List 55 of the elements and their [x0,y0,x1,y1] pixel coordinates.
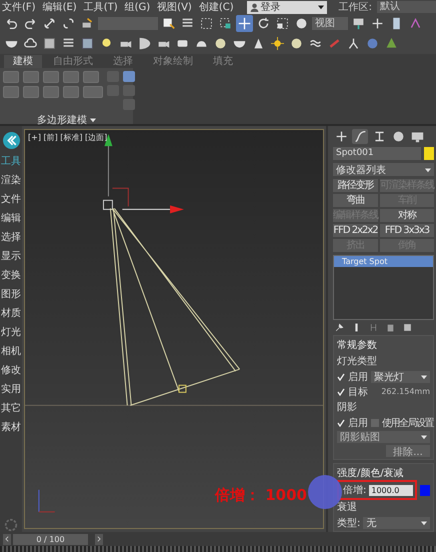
sidebar-item[interactable]: 材质 [1,306,21,320]
menu-item[interactable]: 创建(C) [198,0,234,14]
annotation-text: 倍增： 1000 [215,486,307,505]
multiplier-label: 倍增: [343,484,366,497]
sidebar-item[interactable]: 编辑 [1,211,21,225]
menu-item[interactable]: 视图(V) [157,0,192,14]
modifier-button[interactable]: FFD 3x3x3 [380,224,434,237]
shadow-type-dropdown[interactable]: 阴影贴图 [337,431,430,443]
sidebar-item[interactable]: 素材 [1,420,21,434]
sidebar-item[interactable]: 变换 [1,268,21,282]
sidebar-item[interactable]: 工具 [1,154,21,168]
menu-item[interactable]: 文件(F) [2,0,36,14]
checkbox-label: 使用全局设置 [382,416,433,430]
light-type-dropdown[interactable]: 聚光灯 [371,370,430,382]
menu-item[interactable]: 组(G) [124,0,150,14]
modifier-button[interactable]: 路径变形 [333,179,378,192]
checkbox-label: 启用 [348,370,368,384]
login-dropdown[interactable]: 登录 [246,0,327,14]
modifier-button[interactable]: FFD 2x2x2 [333,224,378,237]
workspace-label: 工作区: [338,1,372,14]
sidebar-item[interactable]: 显示 [1,249,21,263]
target-distance: 262.154mm [381,387,430,396]
ribbon-tab[interactable]: 建模 [4,55,42,68]
shadows-label: 阴影 [337,401,358,414]
workspace-dropdown[interactable]: 默认 [377,1,436,13]
multiplier-spinner[interactable]: 1000.0 [369,484,413,496]
sidebar-item[interactable]: 图形 [1,287,21,301]
sidebar-item[interactable]: 灯光 [1,325,21,339]
viewport[interactable]: [+] [前] [标准] [边面] 倍增： 1000 [24,129,324,529]
sidebar-item[interactable]: 选择 [1,230,21,244]
panel-label[interactable]: 多边形建模 [37,113,87,127]
sidebar-item[interactable]: 渲染 [1,173,21,187]
modifier-button[interactable]: 对称 [380,209,434,222]
sidebar-item[interactable]: 修改 [1,363,21,377]
object-name-field[interactable]: Spot001 [333,147,421,160]
modifier-list-dropdown[interactable]: 修改器列表 [333,163,434,176]
menu-item[interactable]: 工具(T) [84,0,118,14]
modifier-button[interactable]: 弯曲 [333,194,378,207]
light-type-label: 灯光类型 [337,354,378,368]
rollout-title[interactable]: 强度/颜色/衰减 [337,466,430,480]
decay-type-label: 类型: [337,516,360,530]
checkbox-label: 目标 [348,386,368,398]
menu-item[interactable]: 编辑(E) [42,0,77,14]
checkbox-label: 启用 [348,416,368,430]
exclude-button[interactable]: 排除... [386,445,430,457]
coordinate-dropdown[interactable]: 视图 [312,17,348,30]
sidebar-item[interactable]: 文件 [1,192,21,206]
rollout-title[interactable]: 常规参数 [337,338,430,352]
viewport-label[interactable]: [+] [前] [标准] [边面] [28,132,108,143]
time-slider[interactable]: 0 / 100 [13,534,88,544]
decay-type-dropdown[interactable]: 无 [363,516,430,528]
sidebar-item[interactable]: 相机 [1,344,21,358]
sidebar-item[interactable]: 实用 [1,382,21,396]
sidebar-item[interactable]: 其它 [1,401,21,415]
decay-label: 衰退 [337,500,358,514]
